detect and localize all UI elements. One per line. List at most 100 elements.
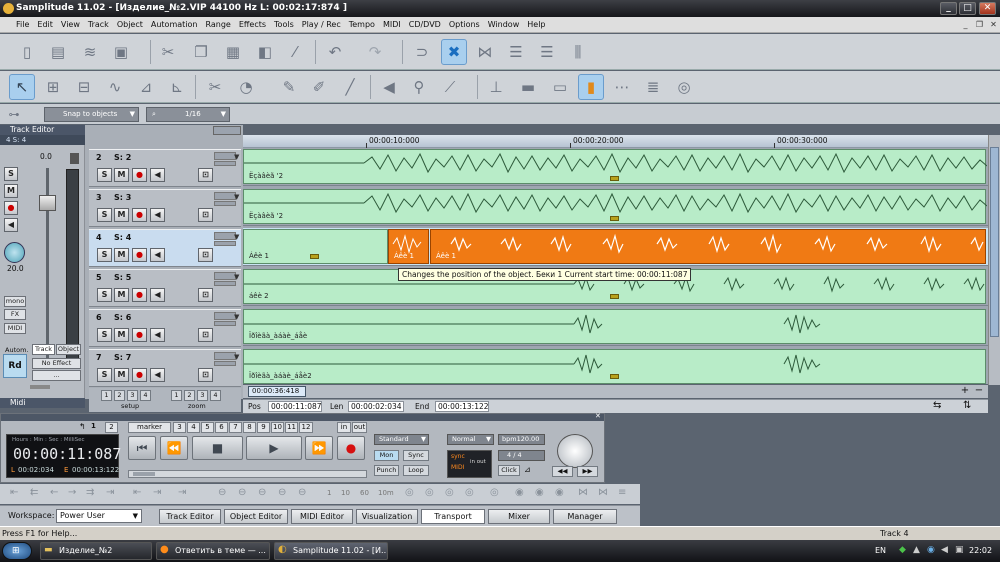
split-icon[interactable]: ⋈ [472, 39, 498, 65]
undo-icon[interactable]: ↶ [322, 39, 348, 65]
rewind-icon[interactable]: ⏪ [160, 436, 188, 460]
menu-window[interactable]: Window [484, 17, 524, 33]
lock-icon[interactable]: ⊥ [483, 74, 509, 100]
zoom-out-icon[interactable]: − [973, 385, 985, 397]
record-icon[interactable]: ● [337, 436, 365, 460]
workspace-dropdown[interactable]: Power User ▼ [56, 509, 142, 523]
solo-button[interactable]: S [97, 288, 112, 302]
zoom-2-button[interactable]: 2 [184, 390, 195, 401]
lock-icon[interactable]: ⊡ [198, 328, 213, 342]
zoom-icon[interactable]: ⊖ [238, 487, 246, 498]
taskbar-samplitude[interactable]: Samplitude 11.02 - [И... [274, 542, 388, 560]
menu-object[interactable]: Object [113, 17, 147, 33]
copy-icon[interactable]: ❐ [188, 39, 214, 65]
list-icon[interactable]: ≡ [618, 487, 626, 498]
metronome-icon[interactable]: ⊿ [524, 465, 544, 476]
scrollbar-thumb[interactable] [990, 147, 999, 337]
list-icon[interactable]: ≣ [640, 74, 666, 100]
record-button[interactable]: ● [132, 248, 147, 262]
taskbar-folder[interactable]: Изделие_№2 [40, 542, 152, 560]
next-fast-icon[interactable]: ⇉ [86, 487, 94, 498]
sync-button[interactable]: Sync [403, 450, 429, 461]
track-header[interactable]: 2 S: 2 ▼ S M ● ◀ ⊡ [89, 149, 241, 187]
transport-tab[interactable]: Transport [421, 509, 485, 524]
monitor-button[interactable]: ◀ [150, 168, 165, 182]
object-tool-icon[interactable]: ⊟ [71, 74, 97, 100]
menu-file[interactable]: File [0, 17, 33, 33]
setup-4-button[interactable]: 4 [140, 390, 151, 401]
cut-tool-icon[interactable]: ✂ [202, 74, 228, 100]
start-button[interactable]: ⊞ [2, 542, 32, 560]
mute-button[interactable]: M [114, 208, 129, 222]
fade-icon[interactable]: ⋈ [598, 487, 608, 498]
zoom-1-label[interactable]: 1 [327, 489, 331, 497]
range-start-icon[interactable]: ⇤ [133, 487, 141, 498]
track-header[interactable]: 7 S: 7 ▼ S M ● ◀ ⊡ [89, 349, 241, 387]
setup-1-button[interactable]: 1 [101, 390, 112, 401]
track-tab-button[interactable]: Track [32, 344, 55, 355]
pan-knob[interactable] [4, 242, 25, 263]
horizontal-scrollbar[interactable]: 00:00:36:418 + − [243, 385, 988, 398]
object-handle[interactable] [610, 176, 619, 181]
mute-button[interactable]: M [114, 248, 129, 262]
record-button[interactable]: ● [132, 368, 147, 382]
fx-button[interactable]: FX [4, 309, 26, 320]
cut-icon[interactable]: ✂ [155, 39, 181, 65]
tempo-field[interactable]: bpm120.00 [498, 434, 545, 445]
chevron-down-icon[interactable]: ▼ [234, 153, 239, 161]
len-value[interactable]: 00:00:02:034 [348, 401, 404, 412]
marker-icon[interactable]: ◎ [465, 487, 474, 498]
menu-options[interactable]: Options [445, 17, 484, 33]
number-button-12[interactable]: 12 [299, 422, 313, 433]
effects-more-button[interactable]: ... [32, 370, 81, 381]
rotate-icon[interactable]: ◎ [671, 74, 697, 100]
punch-button[interactable]: Punch [374, 465, 399, 476]
midi-button[interactable]: MIDI [4, 323, 26, 334]
sync-tray-icon[interactable]: ◉ [927, 545, 935, 555]
audio-object[interactable]: Ïðîèãà_àáàè_áåè [243, 309, 986, 344]
open-file-icon[interactable]: ▤ [45, 39, 71, 65]
mode-dropdown[interactable]: Standard ▼ [374, 434, 429, 445]
chevron-down-icon[interactable]: ▼ [234, 193, 239, 201]
end-value[interactable]: 00:00:13:122 [435, 401, 489, 412]
zoom-4-button[interactable]: 4 [210, 390, 221, 401]
lock-icon[interactable]: ⊡ [198, 288, 213, 302]
audio-object[interactable]: Áêè 1 [243, 229, 388, 264]
lock-icon[interactable]: ⊡ [198, 168, 213, 182]
transport-scroll-thumb[interactable] [133, 472, 155, 476]
monitor-button[interactable]: ◀ [150, 208, 165, 222]
marker-icon[interactable]: ◎ [425, 487, 434, 498]
maximize-button[interactable]: □ [959, 2, 976, 15]
normal-dropdown[interactable]: Normal ▼ [447, 434, 494, 445]
arrange-area[interactable]: Ёçàâèã '2 Ёçàâèã '2 Áêè 1 Áêè 1 Áêè 1 áê… [243, 148, 988, 386]
audio-object[interactable]: Ёçàâèã '2 [243, 189, 987, 224]
number-button-2[interactable]: 2 [105, 422, 118, 433]
brush-icon[interactable]: ⁄ [282, 39, 308, 65]
zoom-icon[interactable]: ⊖ [278, 487, 286, 498]
monitor-button[interactable]: ◀ [150, 288, 165, 302]
wave-icon[interactable]: ≋ [77, 39, 103, 65]
range-next-icon[interactable]: ⇥ [178, 487, 186, 498]
loop-button[interactable]: Loop [403, 465, 429, 476]
next-icon[interactable]: → [68, 487, 76, 498]
menu-effects[interactable]: Effects [235, 17, 270, 33]
audio-object-orange[interactable]: Áêè 1 [430, 229, 986, 264]
volume-fader-handle[interactable] [39, 195, 56, 211]
jog-right-icon[interactable]: ▶▶ [577, 466, 598, 477]
mute-button[interactable]: M [114, 328, 129, 342]
solo-button[interactable]: S [97, 168, 112, 182]
mute-button[interactable]: M [114, 168, 129, 182]
minimize-button[interactable]: _ [940, 2, 957, 15]
updown-icon[interactable]: ⇅ [963, 400, 971, 411]
signature-field[interactable]: 4 / 4 [498, 450, 545, 461]
menu-view[interactable]: View [57, 17, 84, 33]
zoom-10-label[interactable]: 10 [341, 489, 350, 497]
number-button-5[interactable]: 5 [201, 422, 214, 433]
pointer-tool-icon[interactable]: ↖ [9, 74, 35, 100]
time-display[interactable]: Hours : Min : Sec : MilliSec 00:00:11:08… [6, 434, 121, 478]
eraser-icon[interactable]: ◧ [252, 39, 278, 65]
number-button-9[interactable]: 9 [257, 422, 270, 433]
click-button[interactable]: Click [498, 465, 520, 476]
mute-button[interactable]: M [4, 184, 18, 198]
fade-icon[interactable]: ⋈ [578, 487, 588, 498]
